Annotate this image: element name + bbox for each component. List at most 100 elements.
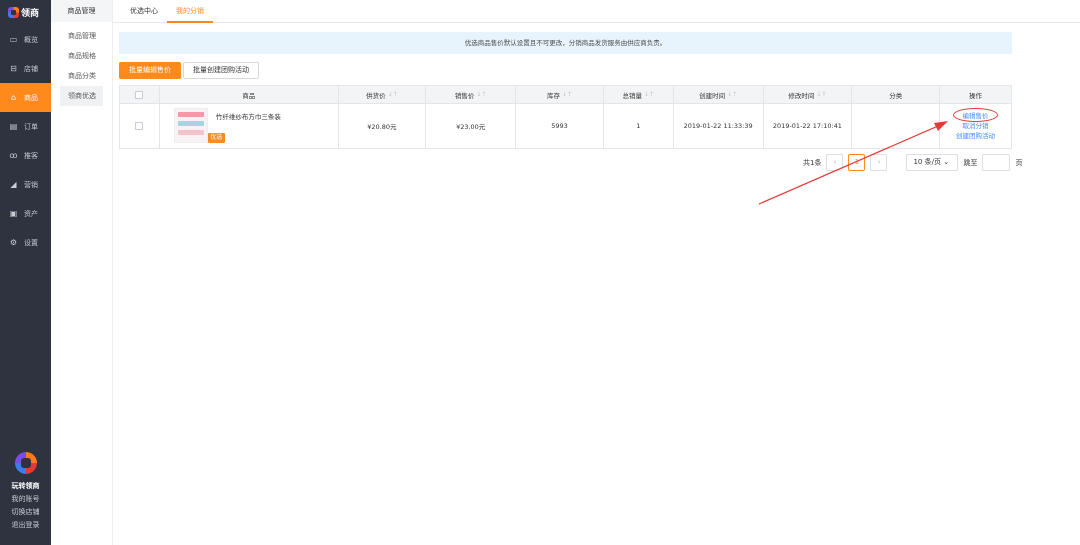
my-account-link[interactable]: 我的账号 <box>0 493 51 506</box>
header-modified-time[interactable]: 修改时间 ↓↑ <box>764 86 853 103</box>
asset-icon: ▣ <box>9 209 18 218</box>
sort-icon: ↓↑ <box>816 91 827 98</box>
main-content: 优选中心 我的分销 优选商品售价默认设置且不可更改，分销商品发货服务由供应商负责… <box>113 0 1080 545</box>
app-root: 领商 ▭ 概览 ⊟ 店铺 ⌂ 商品 ▤ 订单 ꝏ 推客 ◢ 营销 ▣ 资产 ⚙ … <box>0 0 1080 545</box>
store-icon: ⊟ <box>10 64 17 73</box>
created-time-cell: 2019-01-22 11:33:39 <box>674 104 764 148</box>
sidebar-item-promoters[interactable]: ꝏ 推客 <box>0 141 51 170</box>
select-all-checkbox[interactable] <box>135 90 144 99</box>
sidebar-item-label: 设置 <box>24 238 38 247</box>
sidebar-item-label: 订单 <box>24 122 38 131</box>
goto-page-input[interactable] <box>982 154 1011 171</box>
sidebar-footer: 玩转领商 我的账号 切换店铺 退出登录 <box>0 452 51 532</box>
goto-label: 跳至 <box>963 158 978 167</box>
header-label: 库存 <box>546 91 560 100</box>
sidebar-item-label: 商品 <box>24 93 38 102</box>
play-guide-link[interactable]: 玩转领商 <box>0 480 51 493</box>
total-count: 共1条 <box>803 158 822 167</box>
product-wrap: 竹纤维纱布方巾三条装 优选 <box>160 104 338 148</box>
create-group-activity-link[interactable]: 创建团购活动 <box>956 132 995 141</box>
sidebar-item-label: 营销 <box>24 180 38 189</box>
switch-store-link[interactable]: 切换店铺 <box>0 506 51 519</box>
main-nav: ▭ 概览 ⊟ 店铺 ⌂ 商品 ▤ 订单 ꝏ 推客 ◢ 营销 ▣ 资产 ⚙ 设置 <box>0 25 51 257</box>
main-sidebar: 领商 ▭ 概览 ⊟ 店铺 ⌂ 商品 ▤ 订单 ꝏ 推客 ◢ 营销 ▣ 资产 ⚙ … <box>0 0 51 545</box>
header-label: 修改时间 <box>788 91 815 100</box>
page-size-value: 10 条/页 <box>913 158 941 166</box>
next-page-button[interactable]: › <box>870 154 888 171</box>
thumb-band <box>177 121 204 126</box>
stock-cell: 5993 <box>516 104 604 148</box>
subnav-item-goods-spec[interactable]: 商品规格 <box>51 46 112 66</box>
page-size-select[interactable]: 10 条/页 ⌄ <box>906 154 959 171</box>
product-info: 竹纤维纱布方巾三条装 优选 <box>207 108 281 148</box>
info-notice: 优选商品售价默认设置且不可更改，分销商品发货服务由供应商负责。 <box>119 32 1012 54</box>
sidebar-item-store[interactable]: ⊟ 店铺 <box>0 54 51 83</box>
table-row: 竹纤维纱布方巾三条装 优选 ¥20.80元 ¥23.00元 5993 1 201… <box>120 103 1011 148</box>
sidebar-item-settings[interactable]: ⚙ 设置 <box>0 228 51 257</box>
subnav-title: 商品管理 <box>51 0 112 22</box>
header-stock[interactable]: 库存 ↓↑ <box>516 86 604 103</box>
row-checkbox[interactable] <box>135 122 144 130</box>
logo-icon <box>8 6 19 18</box>
sort-icon: ↓↑ <box>644 91 655 98</box>
sale-price-cell: ¥23.00元 <box>426 104 517 148</box>
batch-edit-price-button[interactable]: 批量编辑售价 <box>119 62 181 79</box>
header-created-time[interactable]: 创建时间 ↓↑ <box>674 86 764 103</box>
cancel-distribution-link[interactable]: 取消分销 <box>963 122 989 131</box>
sidebar-item-label: 概览 <box>24 35 38 44</box>
brand-logo-icon <box>14 452 37 474</box>
header-actions: 操作 <box>969 91 983 100</box>
sidebar-item-overview[interactable]: ▭ 概览 <box>0 25 51 54</box>
prev-page-button[interactable]: ‹ <box>826 154 844 171</box>
sort-icon: ↓↑ <box>387 91 398 98</box>
header-label: 创建时间 <box>699 91 726 100</box>
app-logo[interactable]: 领商 <box>8 5 39 19</box>
thumb-band <box>177 130 204 135</box>
header-sale-price[interactable]: 销售价 ↓↑ <box>426 86 517 103</box>
supply-price-cell: ¥20.80元 <box>339 104 427 148</box>
batch-create-group-button[interactable]: 批量创建团购活动 <box>183 62 259 79</box>
subnav-item-goods-manage[interactable]: 商品管理 <box>51 26 112 46</box>
product-name[interactable]: 竹纤维纱布方巾三条装 <box>216 111 281 121</box>
category-cell <box>852 104 941 148</box>
order-icon: ▤ <box>9 122 18 131</box>
subnav-item-selected[interactable]: 领商优选 <box>60 86 103 106</box>
tab-selection-center[interactable]: 优选中心 <box>121 0 167 23</box>
page-number-button[interactable]: 1 <box>848 154 866 171</box>
actions-cell: 编辑售价 取消分销 创建团购活动 <box>940 104 1011 148</box>
pagination: 共1条 ‹ 1 › 10 条/页 ⌄ 跳至 页 <box>803 154 1022 171</box>
logout-link[interactable]: 退出登录 <box>0 519 51 532</box>
sidebar-item-marketing[interactable]: ◢ 营销 <box>0 170 51 199</box>
sidebar-item-assets[interactable]: ▣ 资产 <box>0 199 51 228</box>
sort-icon: ↓↑ <box>476 91 487 98</box>
header-label: 供货价 <box>366 91 386 100</box>
gear-icon: ⚙ <box>9 238 18 247</box>
sidebar-item-label: 店铺 <box>24 64 38 73</box>
header-product: 商品 <box>160 86 339 103</box>
bag-icon: ⌂ <box>10 93 17 102</box>
monitor-icon: ▭ <box>9 35 18 44</box>
header-checkbox-cell <box>120 86 160 103</box>
header-label: 总销量 <box>622 91 643 100</box>
sub-sidebar: 商品管理 商品管理 商品规格 商品分类 领商优选 <box>51 0 113 545</box>
logo-text: 领商 <box>21 8 40 19</box>
sidebar-item-orders[interactable]: ▤ 订单 <box>0 112 51 141</box>
header-total-sales[interactable]: 总销量 ↓↑ <box>604 86 674 103</box>
annotation-circle <box>953 108 999 122</box>
thumb-band <box>177 112 204 117</box>
chevron-down-icon: ⌄ <box>943 158 950 166</box>
product-cell: 竹纤维纱布方巾三条装 优选 <box>160 104 339 148</box>
sidebar-item-label: 资产 <box>24 209 38 218</box>
user-group-icon: ꝏ <box>9 151 18 160</box>
header-category: 分类 <box>852 86 941 103</box>
tab-bar: 优选中心 我的分销 <box>113 0 1080 23</box>
sidebar-item-goods[interactable]: ⌂ 商品 <box>0 83 51 112</box>
table-header: 商品 供货价 ↓↑ 销售价 ↓↑ 库存 ↓↑ 总销量 ↓↑ 创建时间 ↓↑ 修改时间 ↓↑ <box>120 86 1011 103</box>
subnav-item-goods-category[interactable]: 商品分类 <box>51 66 112 86</box>
page-unit-label: 页 <box>1015 158 1023 167</box>
tab-my-distribution[interactable]: 我的分销 <box>167 0 213 23</box>
header-supply-price[interactable]: 供货价 ↓↑ <box>339 86 427 103</box>
sort-icon: ↓↑ <box>561 91 573 98</box>
sidebar-item-label: 推客 <box>24 151 38 160</box>
product-thumbnail[interactable] <box>173 108 208 143</box>
